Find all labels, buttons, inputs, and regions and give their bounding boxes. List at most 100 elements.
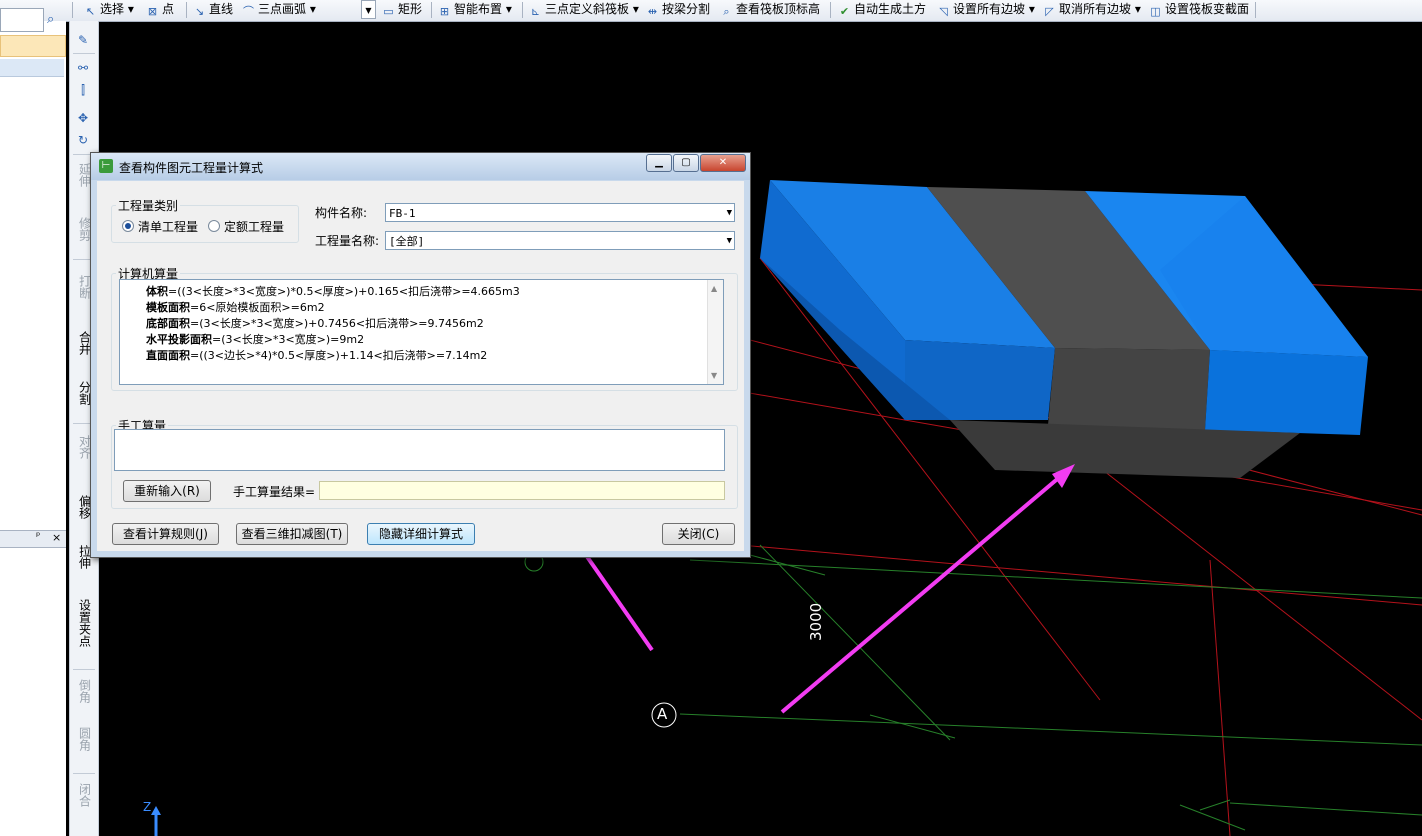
- strip-separator: [73, 773, 95, 774]
- panel-selected-row[interactable]: [0, 35, 66, 57]
- grid-icon: ⊞: [439, 5, 450, 18]
- magnifier-icon: ⌕: [723, 5, 730, 18]
- auto-earthwork-label: 自动生成土方: [854, 2, 927, 16]
- split-by-beam-label: 按梁分割: [662, 2, 711, 16]
- formula-scrollbar[interactable]: ▲ ▼: [707, 280, 723, 384]
- strip-front: [1048, 348, 1210, 430]
- scroll-down-icon[interactable]: ▼: [711, 371, 717, 380]
- set-section-tool[interactable]: ◫ 设置筏板变截面: [1149, 0, 1249, 19]
- rotate-icon[interactable]: ↻: [75, 133, 91, 147]
- smart-layout-tool[interactable]: ⊞ 智能布置 ▾: [438, 0, 512, 19]
- view-3d-button[interactable]: 查看三维扣减图(T): [236, 523, 348, 545]
- break-label: 打断: [77, 275, 92, 299]
- auto-earthwork-tool[interactable]: ✔ 自动生成土方: [838, 0, 926, 19]
- annotation-arrow: [780, 468, 1070, 714]
- grid-line-green: [1199, 799, 1231, 811]
- radio-quota-quantity[interactable]: 定额工程量: [208, 218, 284, 235]
- select-label: 选择: [100, 2, 125, 16]
- split-label: 分割: [77, 381, 92, 405]
- dialog-client: 工程量类别 清单工程量 定额工程量 构件名称: FB-1 ▼ 工程量名称: [全部…: [97, 181, 744, 551]
- quantity-name-value: [全部]: [389, 235, 425, 248]
- grid-line-green: [749, 554, 826, 576]
- minimize-button[interactable]: ▁: [646, 154, 672, 172]
- select-tool[interactable]: ↖ 选择 ▾: [84, 0, 134, 19]
- radio-checked-icon: [122, 220, 134, 232]
- hide-detail-button[interactable]: 隐藏详细计算式: [367, 523, 475, 545]
- close-window-button[interactable]: ✕: [700, 154, 746, 172]
- fillet-tool[interactable]: 圆角: [74, 727, 94, 754]
- formula-expr: =(3<长度>*3<宽度>)+0.7456<扣后浇带>=9.7456m2: [190, 317, 484, 330]
- line-label: 直线: [209, 2, 234, 16]
- grid-line-green: [679, 713, 1422, 746]
- rect-tool[interactable]: ▭ 矩形: [382, 0, 422, 19]
- slope-slab-label: 三点定义斜筏板: [545, 2, 630, 16]
- arc-tool[interactable]: ⌒ 三点画弧 ▾: [242, 0, 316, 19]
- move-icon[interactable]: ✥: [75, 111, 91, 125]
- manual-result-field[interactable]: [319, 481, 725, 500]
- quantity-name-select[interactable]: [全部] ▼: [385, 231, 735, 250]
- formula-expr: =6<原始模板面积>=6m2: [190, 301, 325, 314]
- arc-dropdown-button[interactable]: ▼: [361, 0, 376, 19]
- slope-cancel-icon: ◸: [1045, 5, 1054, 18]
- app-icon: ⊢: [99, 159, 113, 173]
- radio-quota-label: 定额工程量: [224, 220, 285, 234]
- split-by-beam-tool[interactable]: ⇹ 按梁分割: [646, 0, 710, 19]
- quantity-name-label: 工程量名称:: [315, 234, 380, 248]
- point-tool[interactable]: ⊠ 点: [146, 0, 174, 19]
- manual-input[interactable]: [114, 429, 725, 471]
- rect-label: 矩形: [398, 2, 423, 16]
- chevron-down-icon: ▼: [726, 208, 732, 218]
- line-tool[interactable]: ↘ 直线: [193, 0, 233, 19]
- grid-line-green: [689, 559, 1422, 599]
- set-all-slopes-tool[interactable]: ◹ 设置所有边坡 ▾: [937, 0, 1035, 19]
- cancel-all-slopes-label: 取消所有边坡: [1059, 2, 1132, 16]
- radio-unchecked-icon: [208, 220, 220, 232]
- grid-line-red: [739, 544, 1422, 606]
- formula-expr: =((3<边长>*4)*0.5<厚度>)+1.14<扣后浇带>=7.14m2: [190, 349, 488, 362]
- close-shape-label: 闭合: [77, 783, 92, 807]
- search-icon[interactable]: ⌕: [47, 12, 54, 27]
- copy-icon[interactable]: ⚯: [75, 61, 91, 75]
- view-top-elev-tool[interactable]: ⌕ 查看筏板顶标高: [720, 0, 820, 19]
- chamfer-tool[interactable]: 倒角: [74, 679, 94, 706]
- search-input[interactable]: [0, 8, 44, 32]
- align-label: 对齐: [77, 435, 92, 459]
- view-rules-button[interactable]: 查看计算规则(J): [112, 523, 219, 545]
- formula-line: 水平投影面积=(3<长度>*3<宽度>)=9m2: [146, 331, 364, 347]
- grid-line-red: [1209, 559, 1231, 836]
- formula-expr: =((3<长度>*3<宽度>)*0.5<厚度>)+0.165<扣后浇带>=4.6…: [168, 285, 520, 298]
- set-clamp-tool[interactable]: 设置夹点: [74, 599, 94, 650]
- close-shape-tool[interactable]: 闭合: [74, 783, 94, 810]
- cursor-icon: ↖: [85, 5, 96, 18]
- formula-textarea[interactable]: 体积=((3<长度>*3<宽度>)*0.5<厚度>)+0.165<扣后浇带>=4…: [119, 279, 724, 385]
- manual-result-label: 手工算量结果=: [233, 485, 316, 499]
- pin-icon[interactable]: ᵖ: [36, 531, 40, 542]
- set-clamp-label: 设置夹点: [77, 599, 92, 647]
- mirror-icon[interactable]: ⫿: [75, 83, 91, 97]
- pen-icon[interactable]: ✎: [75, 33, 91, 47]
- arc-icon: ⌒: [243, 5, 254, 18]
- formula-line: 直面面积=((3<边长>*4)*0.5<厚度>)+1.14<扣后浇带>=7.14…: [146, 347, 487, 363]
- maximize-button[interactable]: ▢: [673, 154, 699, 172]
- formula-name: 直面面积: [146, 349, 190, 362]
- slope-slab-tool[interactable]: ⊾ 三点定义斜筏板 ▾: [529, 0, 639, 19]
- merge-label: 合并: [77, 331, 92, 355]
- component-name-select[interactable]: FB-1 ▼: [385, 203, 735, 222]
- scroll-up-icon[interactable]: ▲: [711, 284, 717, 293]
- toolbar-separator: [1255, 2, 1256, 18]
- close-button[interactable]: 关闭(C): [662, 523, 735, 545]
- toolbar-separator: [72, 2, 73, 18]
- grid-line-green: [869, 714, 956, 739]
- grid-line-red: [1089, 459, 1422, 721]
- component-name-label: 构件名称:: [315, 206, 368, 220]
- dialog-titlebar[interactable]: ⊢ 查看构件图元工程量计算式 ▁ ▢ ✕: [91, 153, 750, 180]
- cancel-all-slopes-tool[interactable]: ◸ 取消所有边坡 ▾: [1043, 0, 1141, 19]
- radio-list-quantity[interactable]: 清单工程量: [122, 218, 198, 235]
- category-group: 工程量类别 清单工程量 定额工程量: [111, 197, 299, 243]
- radio-list-label: 清单工程量: [138, 220, 199, 234]
- axis-label-z: Z: [143, 800, 152, 814]
- strip-separator: [73, 669, 95, 670]
- close-icon[interactable]: ×: [52, 531, 61, 544]
- reinput-button[interactable]: 重新输入(R): [123, 480, 211, 502]
- panel-row[interactable]: [0, 59, 64, 77]
